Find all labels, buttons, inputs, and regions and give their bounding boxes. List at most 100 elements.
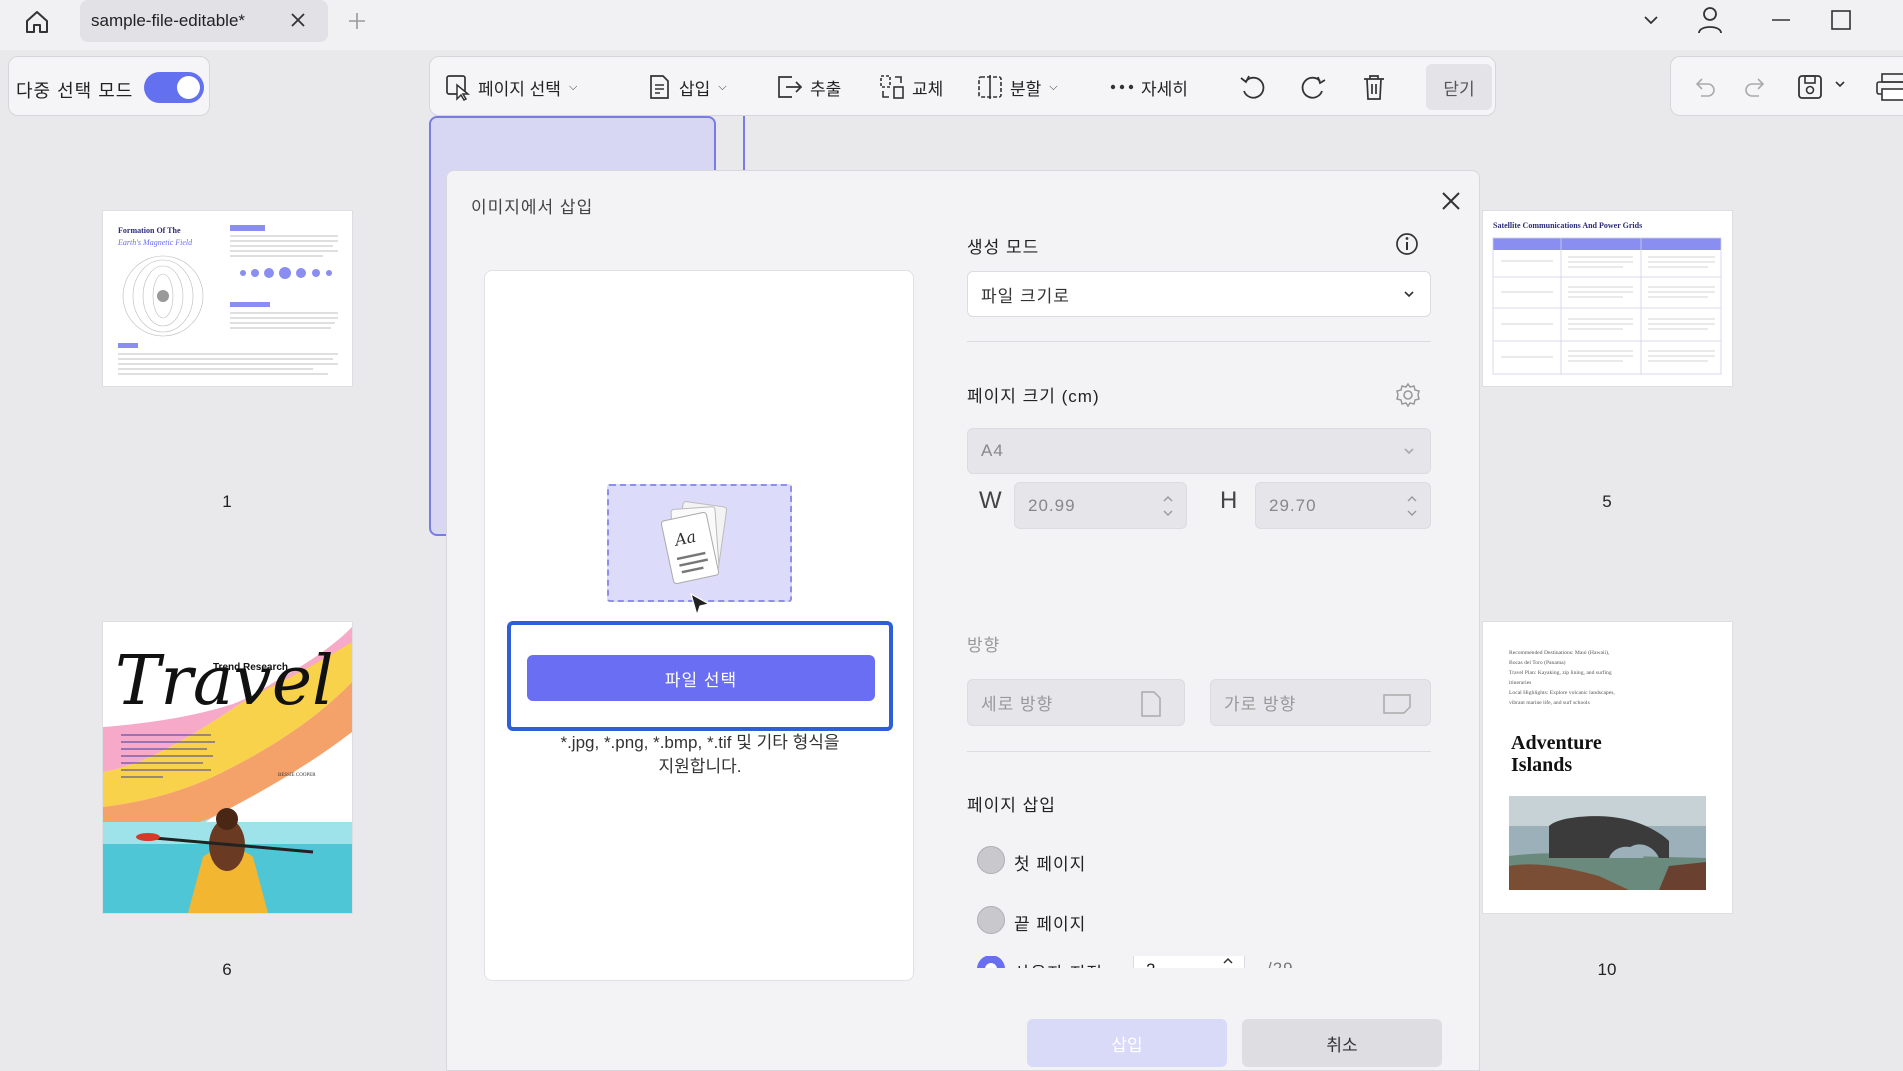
- portrait-option[interactable]: 세로 방향: [967, 679, 1185, 726]
- close-button[interactable]: 닫기: [1426, 64, 1492, 110]
- page-select-button[interactable]: 페이지 선택 ⌵: [444, 57, 577, 117]
- toggle-knob: [177, 76, 200, 99]
- height-value: 29.70: [1269, 495, 1317, 515]
- page-thumbnail-1[interactable]: Formation Of The Earth's Magnetic Field: [103, 211, 352, 386]
- multi-select-mode: 다중 선택 모드: [8, 56, 210, 116]
- portrait-page-icon: [1141, 691, 1161, 717]
- file-select-button[interactable]: 파일 선택: [527, 655, 875, 701]
- create-mode-select[interactable]: 파일 크기로: [967, 271, 1431, 317]
- magnetic-field-illustration: Formation Of The Earth's Magnetic Field: [117, 225, 338, 375]
- custom-page-value: 2: [1146, 960, 1155, 968]
- maximize-icon[interactable]: [1830, 9, 1852, 31]
- page-size-select[interactable]: A4: [967, 428, 1431, 474]
- home-icon[interactable]: [20, 5, 54, 39]
- multi-select-label: 다중 선택 모드: [16, 81, 134, 101]
- page-thumbnail-6[interactable]: Travel Trend Research BESSIE COOPER: [103, 622, 352, 913]
- satellite-table-illustration: Satellite Communications And Power Grids: [1492, 221, 1722, 375]
- file-select-focus-frame: 파일 선택: [507, 621, 893, 731]
- close-tab-icon[interactable]: [288, 10, 308, 30]
- orientation-label: 방향: [967, 636, 1001, 655]
- page-thumbnail-5[interactable]: Satellite Communications And Power Grids: [1483, 211, 1732, 386]
- rotate-left-button[interactable]: [1238, 57, 1268, 117]
- page10-text: Recommended Destinations: Maui (Hawaii),…: [1509, 648, 1615, 708]
- split-icon: [978, 75, 1002, 99]
- height-label: H: [1220, 487, 1239, 514]
- section-divider: [967, 341, 1431, 342]
- first-page-radio[interactable]: [977, 846, 1005, 874]
- page1-title-b: Earth's Magnetic Field: [117, 238, 193, 247]
- extract-button[interactable]: 추출: [774, 57, 841, 117]
- width-input[interactable]: 20.99: [1014, 482, 1187, 529]
- tab-title: sample-file-editable*: [91, 11, 246, 30]
- insert-from-image-dialog: 이미지에서 삽입 Aa 파일 선택 *.jpg, *.png, *.bmp, *…: [446, 170, 1480, 1071]
- split-label: 분할: [1010, 79, 1042, 99]
- page6-author: BESSIE COOPER: [278, 773, 316, 778]
- formats-line-1: *.jpg, *.png, *.bmp, *.tif 및 기타 형식을: [560, 733, 840, 752]
- more-label: 자세히: [1141, 79, 1188, 99]
- save-icon[interactable]: [1795, 72, 1825, 102]
- insert-button[interactable]: 삽입 ⌵: [645, 57, 727, 117]
- width-stepper-icon[interactable]: [1162, 493, 1174, 519]
- document-tab[interactable]: sample-file-editable*: [80, 0, 328, 42]
- page10-line: Travel Plan: Kayaking, zip lining, and s…: [1509, 670, 1612, 676]
- width-label: W: [979, 487, 1003, 514]
- portrait-label: 세로 방향: [981, 695, 1054, 714]
- landscape-option[interactable]: 가로 방향: [1210, 679, 1431, 726]
- close-dialog-icon[interactable]: [1439, 189, 1463, 213]
- page-thumbnail-10[interactable]: Recommended Destinations: Maui (Hawaii),…: [1483, 622, 1732, 913]
- trash-icon: [1364, 75, 1384, 100]
- create-mode-label: 생성 모드: [967, 238, 1040, 257]
- custom-page-radio[interactable]: [977, 956, 1005, 968]
- chevron-down-icon: [1404, 291, 1414, 298]
- settings-gear-icon[interactable]: [1394, 381, 1422, 409]
- page6-script-title: Travel: [115, 642, 334, 721]
- print-icon[interactable]: [1875, 71, 1903, 103]
- file-actions: [1670, 56, 1903, 116]
- undo-icon[interactable]: [1691, 75, 1717, 99]
- rotate-left-icon: [1240, 75, 1265, 99]
- page1-title-a: Formation Of The: [118, 226, 181, 235]
- image-drop-panel: Aa 파일 선택 *.jpg, *.png, *.bmp, *.tif 및 기타…: [484, 270, 914, 981]
- page10-title-a: Adventure: [1511, 732, 1602, 754]
- user-icon[interactable]: [1697, 5, 1723, 35]
- delete-button[interactable]: [1360, 57, 1388, 117]
- chevron-up-icon[interactable]: [1222, 956, 1234, 966]
- page10-line: Bocas del Toro (Panama): [1509, 660, 1566, 666]
- multi-select-toggle[interactable]: [144, 72, 204, 103]
- formats-line-2: 지원합니다.: [658, 757, 742, 776]
- page10-line: Recommended Destinations: Maui (Hawaii),: [1509, 650, 1610, 656]
- page10-line: itineraries: [1509, 680, 1532, 686]
- dialog-title: 이미지에서 삽입: [471, 198, 594, 217]
- image-dropzone[interactable]: Aa: [607, 484, 792, 616]
- cancel-button[interactable]: 취소: [1242, 1019, 1442, 1067]
- replace-icon: [880, 75, 904, 99]
- height-input[interactable]: 29.70: [1255, 482, 1431, 529]
- extract-label: 추출: [810, 79, 842, 99]
- landscape-page-icon: [1383, 694, 1411, 714]
- rotate-right-button[interactable]: [1298, 57, 1328, 117]
- height-stepper-icon[interactable]: [1406, 493, 1418, 519]
- page-number-5: 5: [1602, 492, 1612, 511]
- insert-confirm-button[interactable]: 삽입: [1027, 1019, 1227, 1067]
- supported-formats-text: *.jpg, *.png, *.bmp, *.tif 및 기타 형식을 지원합니…: [485, 731, 913, 779]
- page-total: /29: [1267, 959, 1294, 968]
- minimize-icon[interactable]: [1770, 10, 1792, 30]
- split-button[interactable]: 분할 ⌵: [976, 57, 1058, 117]
- redo-icon[interactable]: [1743, 75, 1769, 99]
- last-page-radio[interactable]: [977, 906, 1005, 934]
- chevron-down-icon[interactable]: [1641, 10, 1661, 30]
- last-page-label: 끝 페이지: [1014, 915, 1087, 934]
- more-button[interactable]: 자세히: [1109, 57, 1188, 117]
- custom-page-input[interactable]: 2: [1133, 956, 1245, 968]
- rotate-right-icon: [1301, 76, 1326, 99]
- insert-page-icon: [650, 75, 669, 99]
- replace-button[interactable]: 교체: [878, 57, 943, 117]
- info-icon[interactable]: [1394, 231, 1420, 257]
- chevron-down-icon: [1404, 448, 1414, 455]
- travel-cover-illustration: Travel Trend Research BESSIE COOPER: [103, 622, 352, 913]
- new-tab-icon[interactable]: [346, 10, 368, 32]
- custom-page-row: 사용자 지정 2 /29: [967, 956, 1431, 968]
- save-options-chevron-icon[interactable]: [1833, 77, 1847, 91]
- page-size-value: A4: [981, 441, 1004, 460]
- more-dots-icon: [1110, 84, 1134, 90]
